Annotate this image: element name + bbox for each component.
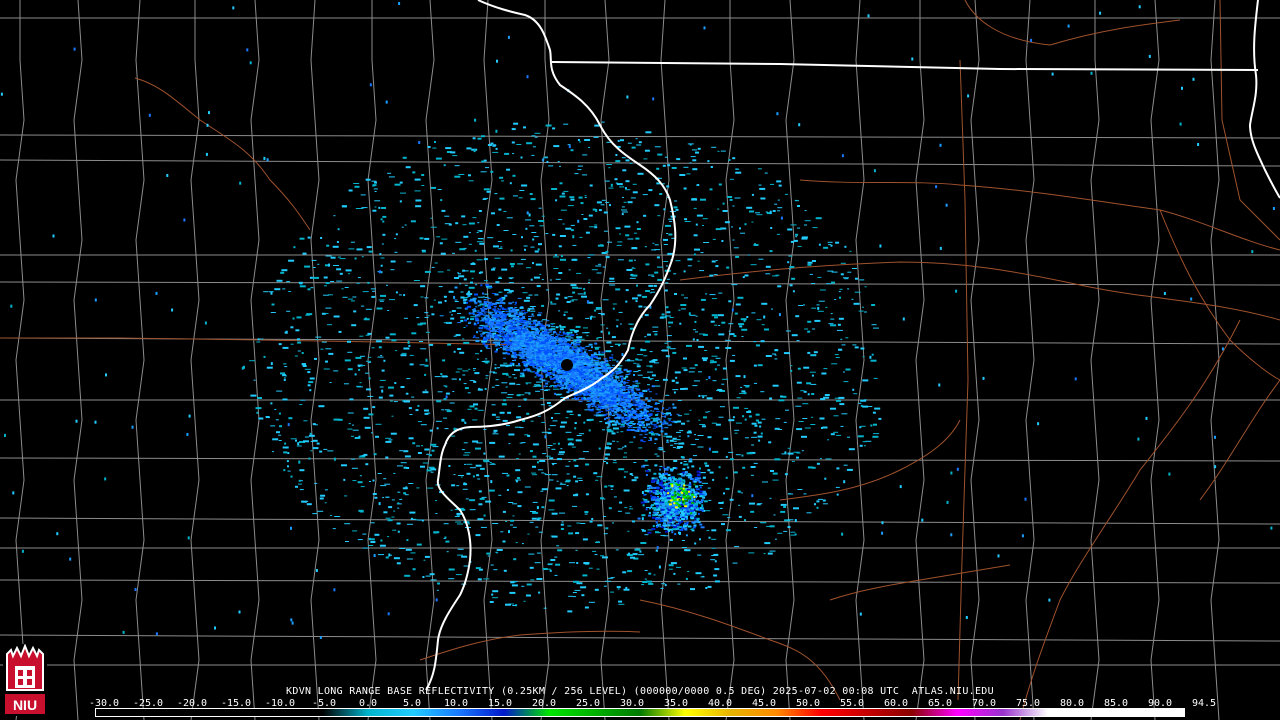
scale-tick-label: 45.0 (751, 698, 777, 709)
scale-tick-label: 85.0 (1103, 698, 1129, 709)
scale-tick-label: 35.0 (663, 698, 689, 709)
scale-tick-label: 30.0 (619, 698, 645, 709)
scale-tick-label: -10.0 (264, 698, 296, 709)
scale-tick-label: 90.0 (1147, 698, 1173, 709)
scale-tick-label: 10.0 (443, 698, 469, 709)
scale-tick-label: -25.0 (132, 698, 164, 709)
radar-map (0, 0, 1280, 720)
scale-tick-label: 50.0 (795, 698, 821, 709)
scale-tick-label: 60.0 (883, 698, 909, 709)
reflectivity-colorbar (95, 708, 1185, 717)
scale-tick-label: 0.0 (358, 698, 378, 709)
scale-tick-label: -20.0 (176, 698, 208, 709)
scale-tick-label: 40.0 (707, 698, 733, 709)
scale-tick-label: -30.0 (88, 698, 120, 709)
scale-tick-label: 80.0 (1059, 698, 1085, 709)
scale-tick-label: 94.5 (1191, 698, 1217, 709)
scale-tick-label: 65.0 (927, 698, 953, 709)
scale-tick-label: 25.0 (575, 698, 601, 709)
scale-tick-label: -15.0 (220, 698, 252, 709)
scale-tick-label: -5.0 (311, 698, 337, 709)
scale-tick-label: 15.0 (487, 698, 513, 709)
scale-tick-label: 75.0 (1015, 698, 1041, 709)
scale-tick-label: 70.0 (971, 698, 997, 709)
scale-tick-label: 5.0 (402, 698, 422, 709)
scale-tick-label: 20.0 (531, 698, 557, 709)
product-header: KDVN LONG RANGE BASE REFLECTIVITY (0.25K… (286, 686, 994, 697)
scale-tick-label: 55.0 (839, 698, 865, 709)
radar-site-marker (561, 359, 573, 371)
